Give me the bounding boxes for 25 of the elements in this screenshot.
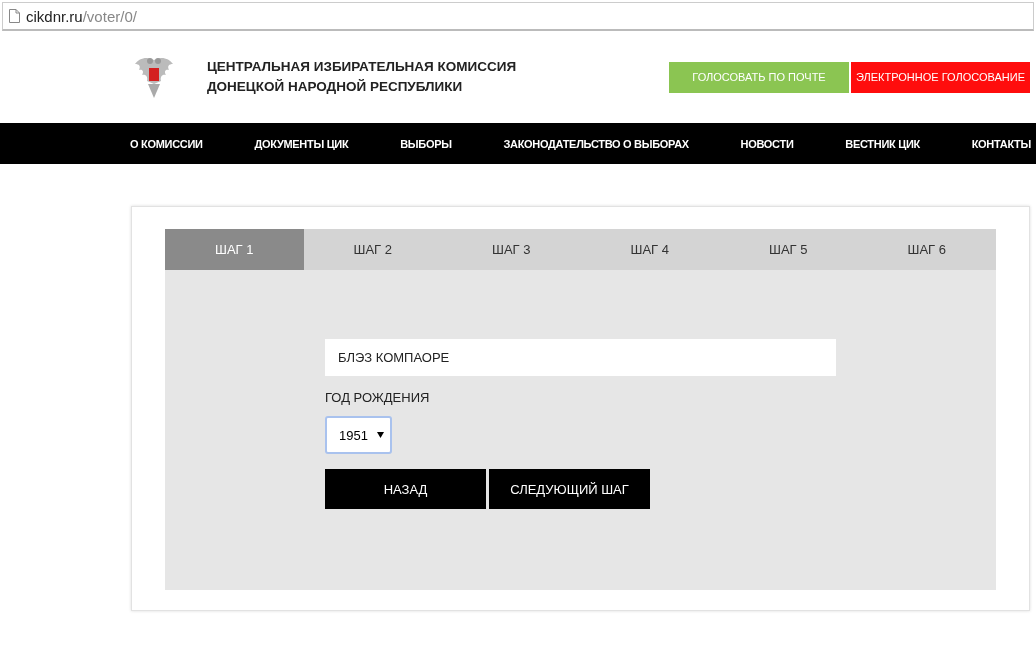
step-tab[interactable]: ШАГ 5 (719, 229, 858, 270)
nav-link[interactable]: НОВОСТИ (740, 137, 794, 150)
commission-title: ДОНЕЦКОЙ НАРОДНОЙ РЕСПУБЛИКИ (207, 78, 464, 96)
commission-title: ЦЕНТРАЛЬНАЯ ИЗБИРАТЕЛЬНАЯ КОМИССИЯ (207, 58, 517, 76)
url-path: /voter/0/ (82, 7, 137, 25)
step-button[interactable]: НАЗАД (325, 469, 486, 509)
step-tab[interactable]: ШАГ 3 (442, 229, 581, 270)
nav-link[interactable]: О КОМИССИИ (130, 137, 203, 150)
step-tab[interactable]: ШАГ 6 (857, 229, 996, 270)
url-domain: cikdnr.ru (26, 7, 83, 25)
nav-link[interactable]: ВЕСТНИК ЦИК (845, 137, 920, 150)
name-field[interactable]: БЛЭЗ КОМПАОРЕ (325, 339, 836, 376)
nav-link[interactable]: ВЫБОРЫ (400, 137, 452, 150)
address-bar[interactable]: cikdnr.ru/voter/0/ (2, 2, 1034, 31)
step-button[interactable]: СЛЕДУЮЩИЙ ШАГ (489, 469, 650, 509)
year-select[interactable]: 1951 (325, 416, 392, 454)
step-tab[interactable]: ШАГ 4 (580, 229, 719, 270)
nav-link[interactable]: КОНТАКТЫ (971, 137, 1031, 150)
nav-link[interactable]: ЗАКОНОДАТЕЛЬСТВО О ВЫБОРАХ (503, 137, 689, 150)
vote-button[interactable]: ЭЛЕКТРОННОЕ ГОЛОСОВАНИЕ (851, 61, 1030, 93)
caret-icon (377, 432, 384, 438)
nav-link[interactable]: ДОКУМЕНТЫ ЦИК (254, 137, 349, 150)
page-icon (9, 9, 20, 23)
field-label: ГОД РОЖДЕНИЯ (325, 390, 430, 405)
step-tab[interactable]: ШАГ 2 (303, 229, 442, 270)
